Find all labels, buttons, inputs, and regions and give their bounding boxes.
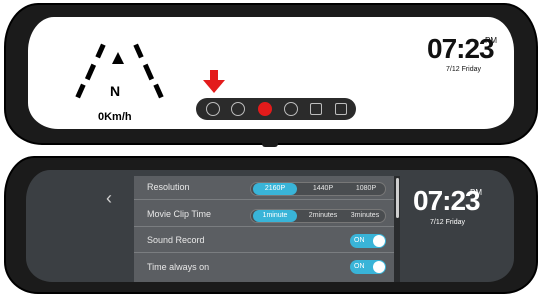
camera-toolbar (196, 98, 356, 120)
setting-label: Sound Record (147, 235, 205, 245)
red-down-arrow-icon (203, 70, 225, 93)
record-button[interactable] (258, 102, 272, 116)
back-button[interactable]: ‹ (106, 188, 112, 209)
settings-icon[interactable] (206, 102, 220, 116)
speed-readout: 0Km/h (98, 111, 132, 123)
mirror-mount (262, 141, 278, 147)
setting-label: Resolution (147, 182, 190, 192)
home-clock-time: 07:23 (427, 33, 495, 64)
sound-record-toggle[interactable]: ON (350, 234, 386, 248)
settings-clock-ampm: PM (470, 188, 482, 197)
playback-icon[interactable] (231, 102, 245, 116)
setting-label: Time always on (147, 262, 210, 272)
toggle-state: ON (354, 237, 365, 244)
clip-time-option[interactable]: 3minutes (345, 210, 385, 222)
toggle-state: ON (354, 263, 365, 270)
time-always-on-toggle[interactable]: ON (350, 260, 386, 274)
setting-label: Movie Clip Time (147, 209, 212, 219)
clip-time-selector: 1minute 2minutes 3minutes (250, 209, 386, 223)
resolution-selector: 2160P 1440P 1080P (250, 182, 386, 196)
mode-icon[interactable] (284, 102, 298, 116)
home-clock-date: 7/12 Friday (446, 66, 482, 73)
clip-time-option[interactable]: 1minute (253, 210, 297, 222)
toggle-knob (373, 261, 385, 273)
scrollbar-thumb[interactable] (396, 178, 399, 218)
mirror-home-screen (4, 3, 538, 145)
home-clock-ampm: PM (485, 36, 497, 45)
lock-icon[interactable] (335, 103, 347, 115)
settings-clock-date: 7/12 Friday (430, 219, 466, 226)
resolution-option[interactable]: 1080P (347, 183, 385, 195)
camera-icon[interactable] (310, 103, 322, 115)
resolution-option[interactable]: 2160P (253, 183, 297, 195)
compass-heading: N (110, 83, 121, 99)
clip-time-option[interactable]: 2minutes (301, 210, 345, 222)
toggle-knob (373, 235, 385, 247)
navigation-arrow-icon (112, 52, 124, 64)
resolution-option[interactable]: 1440P (303, 183, 343, 195)
